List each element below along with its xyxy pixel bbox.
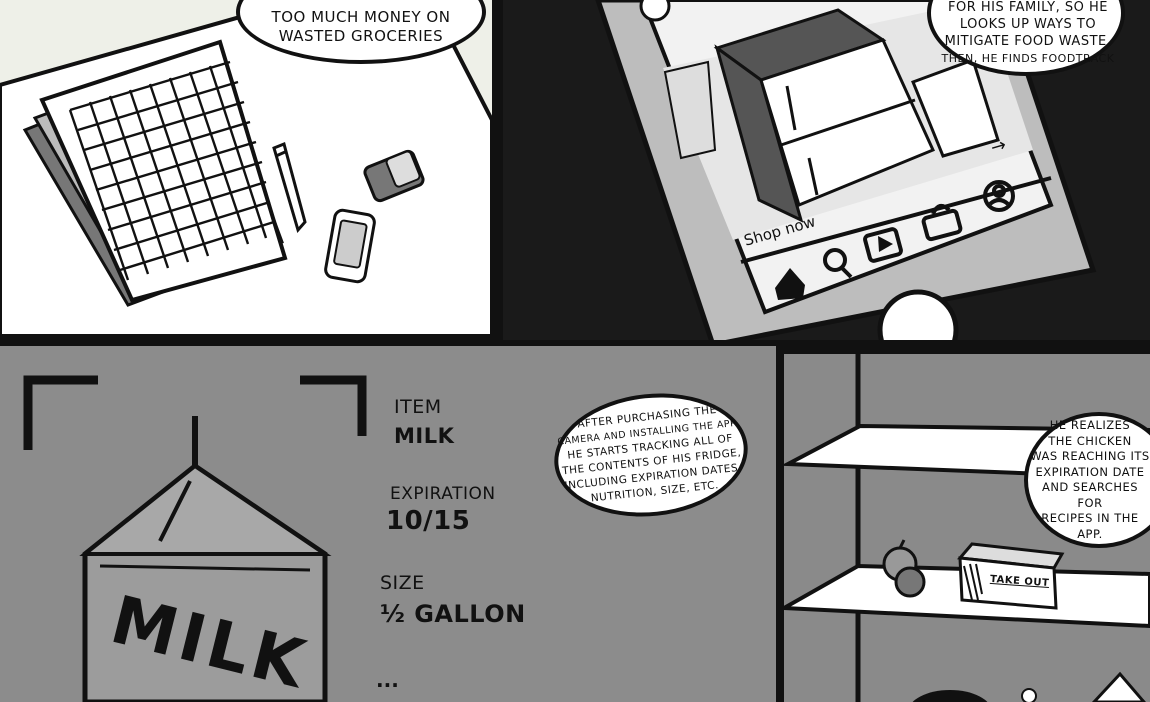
bubble-line: wasted groceries bbox=[278, 27, 444, 45]
bubble-line: expiration date bbox=[1035, 464, 1145, 479]
size-label: Size bbox=[380, 572, 425, 594]
bubble-line: Then, he finds Foodtrack bbox=[941, 52, 1115, 65]
size-value: ½ Gallon bbox=[380, 600, 526, 628]
panel-scan: MILK Item Milk Expiration 10/15 Size ½ G… bbox=[0, 346, 776, 702]
bubble-line: mitigate food waste. bbox=[944, 34, 1112, 49]
item-label: Item bbox=[394, 396, 442, 418]
bubble-line: He realizes bbox=[1049, 418, 1131, 432]
bubble-line: for his family, so he bbox=[948, 0, 1108, 15]
bubble-line: app. bbox=[1077, 526, 1103, 541]
panel-phone: Shop now → for his family, so he looks u… bbox=[503, 0, 1150, 340]
bubble-line: was reaching its bbox=[1030, 449, 1150, 463]
bubble-line: Too much money on bbox=[271, 8, 451, 26]
bubble-line: and searches for bbox=[1041, 480, 1139, 510]
expiration-value: 10/15 bbox=[386, 506, 471, 536]
bubble-line: recipes in the bbox=[1041, 511, 1139, 525]
more-indicator: ... bbox=[376, 668, 399, 692]
bubble-line: looks up ways to bbox=[959, 17, 1097, 32]
speech-bubble-phone: for his family, so he looks up ways to m… bbox=[927, 0, 1125, 76]
speech-bubble-fridge: He realizes the chicken was reaching its… bbox=[1024, 412, 1150, 548]
bubble-line: the chicken bbox=[1048, 433, 1132, 448]
status-avatar bbox=[639, 0, 671, 22]
panel-desk: Too much money on wasted groceries bbox=[0, 0, 492, 336]
panel-fridge: Take out He realizes the chicken was rea… bbox=[784, 354, 1150, 702]
item-value: Milk bbox=[394, 424, 455, 448]
expiration-label: Expiration bbox=[390, 484, 496, 504]
